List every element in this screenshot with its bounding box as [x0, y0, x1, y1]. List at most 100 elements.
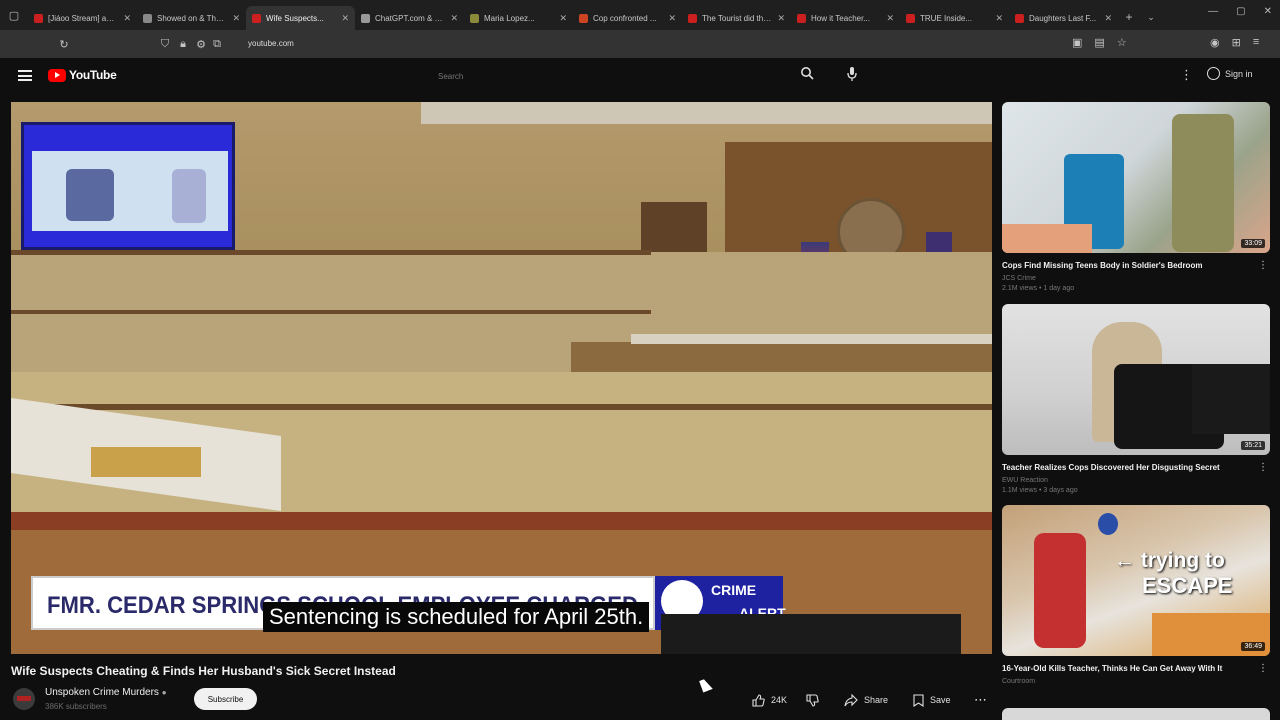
browser-tab[interactable]: Cop confronted ... ✕: [573, 6, 682, 30]
verified-icon: ●: [161, 688, 167, 697]
recommended-video[interactable]: 35:21 Teacher Realizes Cops Discovered H…: [1002, 304, 1270, 494]
new-tab-icon[interactable]: +: [1118, 10, 1140, 24]
video-player[interactable]: FMR. CEDAR SPRINGS SCHOOL EMPLOYEE CHARG…: [11, 102, 992, 654]
tab-favicon: [797, 13, 806, 23]
tab-close-icon[interactable]: ✕: [886, 13, 894, 24]
browser-tab-active[interactable]: Wife Suspects... ✕: [246, 6, 355, 30]
recommended-channel[interactable]: EWU Reaction: [1002, 477, 1270, 484]
browser-tab[interactable]: How it Teacher... ✕: [791, 6, 900, 30]
browser-menu-icon[interactable]: ≡: [1253, 36, 1259, 49]
video-options-icon[interactable]: ⋮: [1258, 260, 1268, 271]
recommended-meta: 2.1M views • 1 day ago: [1002, 285, 1075, 292]
menu-icon[interactable]: [18, 70, 32, 81]
tab-favicon: [1015, 13, 1024, 23]
recommended-video[interactable]: ← trying to ESCAPE 36:49 16-Year-Old Kil…: [1002, 505, 1270, 685]
shield-icon[interactable]: ⛉: [156, 38, 174, 51]
closed-caption: Sentencing is scheduled for April 25th.: [263, 602, 650, 632]
channel-name[interactable]: Unspoken Crime Murders ●: [45, 687, 167, 698]
url-text: youtube.com: [248, 38, 294, 48]
copy-icon[interactable]: ⧉: [208, 38, 226, 51]
tab-close-icon[interactable]: ✕: [559, 13, 567, 24]
tab-close-icon[interactable]: ✕: [1104, 13, 1112, 24]
save-label: Save: [930, 695, 951, 705]
wall-trim: [11, 404, 992, 410]
thumbnail-object: [1002, 224, 1092, 253]
tab-title: Showed on & Thow...: [157, 13, 228, 23]
recommended-meta: 1.1M views • 3 days ago: [1002, 487, 1078, 494]
recommended-video[interactable]: 33:09 Cops Find Missing Teens Body in So…: [1002, 102, 1270, 292]
tab-search-icon[interactable]: ▢: [0, 0, 28, 30]
recommended-title: 16-Year-Old Kills Teacher, Thinks He Can…: [1002, 664, 1223, 673]
mouse-cursor-icon: [699, 677, 713, 693]
screenshot-icon[interactable]: ▣: [1072, 36, 1082, 49]
channel-name-text: Unspoken Crime Murders: [45, 687, 159, 698]
tab-close-icon[interactable]: ✕: [777, 13, 785, 24]
desk-object: [91, 447, 201, 477]
video-thumbnail[interactable]: 35:21: [1002, 304, 1270, 455]
lock-icon[interactable]: 🔒︎: [174, 38, 192, 51]
tab-close-icon[interactable]: ✕: [995, 13, 1003, 24]
minimize-icon[interactable]: —: [1208, 6, 1218, 17]
save-bookmark-icon: [913, 693, 924, 707]
tab-close-icon[interactable]: ✕: [123, 13, 131, 24]
wall-monitor: [21, 122, 235, 250]
video-thumbnail[interactable]: 33:09: [1002, 102, 1270, 253]
tab-list-icon[interactable]: ⌄: [1140, 12, 1162, 23]
url-field[interactable]: youtube.com: [248, 33, 1168, 53]
tab-title: Wife Suspects...: [266, 13, 324, 23]
browser-tab[interactable]: TRUE Inside... ✕: [900, 6, 1009, 30]
extensions-icon[interactable]: ⊞: [1232, 36, 1241, 49]
tab-title: TRUE Inside...: [920, 13, 973, 23]
more-actions-icon[interactable]: ⋯: [974, 689, 987, 711]
youtube-logo[interactable]: YouTube: [48, 68, 117, 82]
monitor-person: [66, 169, 114, 221]
subscriber-count: 386K subscribers: [45, 702, 107, 711]
window-controls: — ▢ ✕: [1208, 6, 1272, 17]
subscribe-button[interactable]: Subscribe: [194, 688, 257, 710]
tab-title: Cop confronted ...: [593, 13, 657, 23]
video-options-icon[interactable]: ⋮: [1258, 663, 1268, 674]
youtube-play-icon: [48, 68, 66, 82]
like-count: 24K: [771, 695, 788, 705]
browser-tab[interactable]: Daughters Last F... ✕: [1009, 6, 1118, 30]
share-button[interactable]: Share: [844, 689, 888, 711]
browser-tab[interactable]: The Tourist did the... ✕: [682, 6, 791, 30]
browser-tab[interactable]: ChatGPT.com & To... ✕: [355, 6, 464, 30]
save-button[interactable]: Save: [913, 689, 951, 711]
search-icon[interactable]: [797, 66, 817, 86]
tab-close-icon[interactable]: ✕: [668, 13, 676, 24]
wall-trim: [11, 310, 651, 314]
thumbnail-person: [1034, 533, 1086, 648]
bookmark-star-icon[interactable]: ☆: [1117, 36, 1127, 49]
browser-tab[interactable]: Maria Lopez... ✕: [464, 6, 573, 30]
share-label: Share: [864, 695, 889, 705]
tab-title: ChatGPT.com & To...: [375, 13, 446, 23]
account-icon[interactable]: ◉: [1210, 36, 1220, 49]
maximize-icon[interactable]: ▢: [1236, 6, 1245, 17]
video-thumbnail[interactable]: ← trying to ESCAPE 36:49: [1002, 505, 1270, 656]
browser-tab[interactable]: [Jiáoo Stream] aoo... ✕: [28, 6, 137, 30]
thumbs-up-icon: [752, 693, 765, 707]
search-input[interactable]: [430, 67, 790, 85]
thumbnail-soldier: [1172, 114, 1234, 252]
microphone-icon[interactable]: [843, 66, 861, 86]
reload-icon[interactable]: ↻: [55, 38, 73, 51]
tab-favicon: [470, 13, 479, 23]
video-options-icon[interactable]: ⋮: [1258, 462, 1268, 473]
tab-close-icon[interactable]: ✕: [341, 13, 349, 24]
next-recommended-thumbnail[interactable]: [1002, 708, 1270, 720]
recommended-channel[interactable]: JCS Crime: [1002, 275, 1270, 282]
recommended-channel[interactable]: Courtroom: [1002, 678, 1270, 685]
close-window-icon[interactable]: ✕: [1264, 6, 1272, 17]
browser-tab[interactable]: Showed on & Thow... ✕: [137, 6, 246, 30]
video-duration: 36:49: [1241, 642, 1265, 651]
settings-kebab-icon[interactable]: ⋮: [1180, 67, 1193, 83]
sign-in-button[interactable]: Sign in: [1207, 67, 1253, 80]
tab-close-icon[interactable]: ✕: [232, 13, 240, 24]
recommended-title: Teacher Realizes Cops Discovered Her Dis…: [1002, 463, 1220, 472]
reader-icon[interactable]: ▤: [1094, 36, 1104, 49]
channel-avatar[interactable]: [13, 688, 35, 710]
like-button[interactable]: 24K: [752, 689, 787, 711]
dislike-button[interactable]: [806, 689, 819, 711]
tab-close-icon[interactable]: ✕: [450, 13, 458, 24]
